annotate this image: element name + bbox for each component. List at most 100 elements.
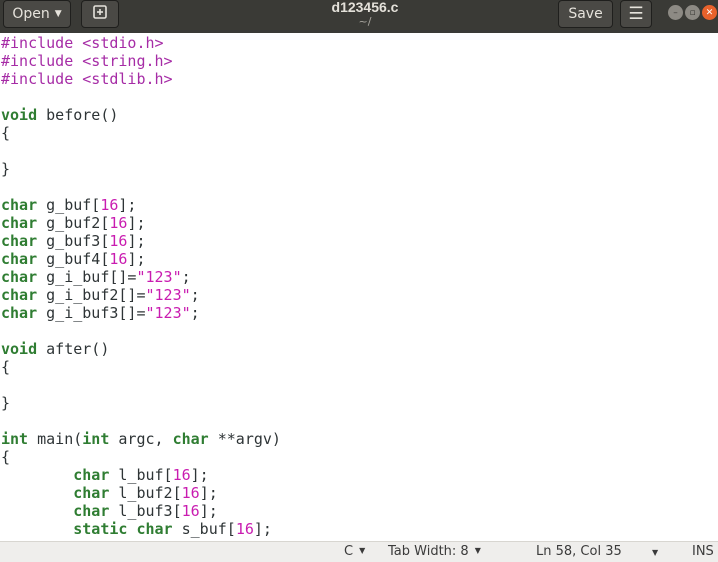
language-selector[interactable]: C ▼ xyxy=(344,544,365,559)
code-token: char xyxy=(1,232,38,250)
code-line[interactable]: #include <stdio.h> xyxy=(0,34,718,52)
code-token: char xyxy=(1,304,38,322)
window-title: d123456.c ~/ xyxy=(260,0,470,29)
code-token: ; xyxy=(190,304,200,322)
status-bar: C ▼ Tab Width: 8 ▼ Ln 58, Col 35 ▼ INS xyxy=(0,541,718,562)
code-token: ]; xyxy=(190,466,209,484)
code-token: "123" xyxy=(145,286,191,304)
tab-width-selector[interactable]: Tab Width: 8 ▼ xyxy=(388,544,481,559)
insert-mode-indicator[interactable]: INS xyxy=(692,544,714,559)
code-token: 16 xyxy=(172,466,191,484)
code-token: int xyxy=(82,430,110,448)
code-token: ; xyxy=(181,268,191,286)
code-line[interactable]: int main(int argc, char **argv) xyxy=(0,430,718,448)
code-token: #include <stdlib.h> xyxy=(1,70,173,88)
save-button[interactable]: Save xyxy=(558,0,613,28)
code-line[interactable]: { xyxy=(0,124,718,142)
code-token: } xyxy=(1,394,11,412)
caret-down-icon[interactable]: ▼ xyxy=(652,548,658,557)
maximize-icon[interactable]: ▫ xyxy=(685,5,700,20)
code-token: 16 xyxy=(181,502,200,520)
code-token: { xyxy=(1,358,11,376)
code-line[interactable]: #include <stdlib.h> xyxy=(0,70,718,88)
code-token: after() xyxy=(37,340,110,358)
header-bar: Open ▼ d123456.c ~/ Save ☰ – ▫ ✕ xyxy=(0,0,718,33)
caret-down-icon: ▼ xyxy=(474,546,481,555)
code-token: char xyxy=(1,250,38,268)
code-line[interactable] xyxy=(0,412,718,430)
code-token: ]; xyxy=(199,484,218,502)
code-line[interactable]: void after() xyxy=(0,340,718,358)
code-token: 16 xyxy=(109,214,128,232)
code-token: { xyxy=(1,448,11,466)
code-line[interactable]: char g_buf[16]; xyxy=(0,196,718,214)
code-token: g_buf[ xyxy=(37,196,101,214)
code-token: void xyxy=(1,106,38,124)
open-label: Open xyxy=(12,6,50,22)
code-token: char xyxy=(1,196,38,214)
code-line[interactable]: char l_buf2[16]; xyxy=(0,484,718,502)
code-line[interactable] xyxy=(0,322,718,340)
code-token: 16 xyxy=(181,484,200,502)
tab-width-label: Tab Width: 8 xyxy=(388,544,469,559)
code-line[interactable]: void before() xyxy=(0,106,718,124)
code-token: g_i_buf2[]= xyxy=(37,286,146,304)
code-token: argc, xyxy=(109,430,173,448)
code-token: char xyxy=(73,502,110,520)
code-token: 16 xyxy=(109,250,128,268)
caret-down-icon: ▼ xyxy=(54,9,62,19)
code-token: ]; xyxy=(199,502,218,520)
close-icon[interactable]: ✕ xyxy=(702,5,717,20)
new-document-icon xyxy=(92,4,108,25)
code-line[interactable]: } xyxy=(0,394,718,412)
code-line[interactable]: char l_buf[16]; xyxy=(0,466,718,484)
code-token: char xyxy=(1,214,38,232)
code-token: ]; xyxy=(118,196,137,214)
open-button[interactable]: Open ▼ xyxy=(3,0,71,28)
code-line[interactable]: char g_i_buf[]="123"; xyxy=(0,268,718,286)
code-line[interactable] xyxy=(0,142,718,160)
code-line[interactable]: char l_buf3[16]; xyxy=(0,502,718,520)
new-document-button[interactable] xyxy=(81,0,119,28)
code-token: ]; xyxy=(127,232,146,250)
code-line[interactable]: { xyxy=(0,448,718,466)
code-line[interactable]: char g_buf2[16]; xyxy=(0,214,718,232)
code-line[interactable] xyxy=(0,178,718,196)
code-token: char xyxy=(73,466,110,484)
code-token: void xyxy=(1,340,38,358)
code-line[interactable]: char g_i_buf2[]="123"; xyxy=(0,286,718,304)
cursor-position[interactable]: Ln 58, Col 35 xyxy=(536,544,622,559)
hamburger-menu-button[interactable]: ☰ xyxy=(620,0,652,28)
code-token: g_buf4[ xyxy=(37,250,110,268)
code-token: ]; xyxy=(127,214,146,232)
code-token: g_i_buf[]= xyxy=(37,268,137,286)
code-token: 16 xyxy=(100,196,119,214)
code-token: l_buf3[ xyxy=(109,502,182,520)
code-line[interactable]: } xyxy=(0,160,718,178)
code-token: "123" xyxy=(145,304,191,322)
code-line[interactable]: char g_buf3[16]; xyxy=(0,232,718,250)
code-line[interactable] xyxy=(0,88,718,106)
code-line[interactable] xyxy=(0,376,718,394)
code-token: { xyxy=(1,124,11,142)
code-line[interactable]: char g_buf4[16]; xyxy=(0,250,718,268)
code-token: 16 xyxy=(235,520,254,538)
code-line[interactable]: { xyxy=(0,358,718,376)
code-token: char xyxy=(136,520,173,538)
code-token: 16 xyxy=(109,232,128,250)
code-line[interactable]: char g_i_buf3[]="123"; xyxy=(0,304,718,322)
code-editor[interactable]: #include <stdio.h> #include <string.h> #in… xyxy=(0,34,718,541)
code-token: g_i_buf3[]= xyxy=(37,304,146,322)
code-token: char xyxy=(73,484,110,502)
minimize-icon[interactable]: – xyxy=(668,5,683,20)
document-title: d123456.c xyxy=(331,0,399,15)
code-token: } xyxy=(1,160,11,178)
code-line[interactable]: static char s_buf[16]; xyxy=(0,520,718,538)
code-line[interactable]: #include <string.h> xyxy=(0,52,718,70)
code-token: #include <stdio.h> xyxy=(1,34,164,52)
code-token: int xyxy=(1,430,29,448)
document-path: ~/ xyxy=(358,15,372,28)
code-token: main( xyxy=(28,430,83,448)
